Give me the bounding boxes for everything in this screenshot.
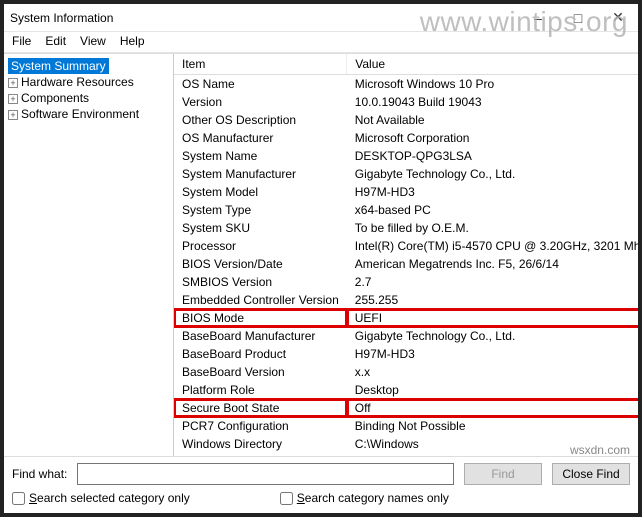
cell-value: x.x (347, 363, 638, 381)
table-row[interactable]: OS NameMicrosoft Windows 10 Pro (174, 75, 638, 94)
tree-system-summary[interactable]: System Summary (8, 58, 109, 74)
column-item[interactable]: Item (174, 54, 347, 75)
table-row[interactable]: System Typex64-based PC (174, 201, 638, 219)
menu-edit[interactable]: Edit (45, 34, 66, 48)
cell-value: American Megatrends Inc. F5, 26/6/14 (347, 255, 638, 273)
cell-item: System Type (174, 201, 347, 219)
cell-item: Platform Role (174, 381, 347, 399)
details-grid[interactable]: Item Value OS NameMicrosoft Windows 10 P… (174, 54, 638, 456)
cell-value: Gigabyte Technology Co., Ltd. (347, 327, 638, 345)
cell-value: 10.0.19043 Build 19043 (347, 93, 638, 111)
table-row[interactable]: Version10.0.19043 Build 19043 (174, 93, 638, 111)
table-row[interactable]: ProcessorIntel(R) Core(TM) i5-4570 CPU @… (174, 237, 638, 255)
window-title: System Information (10, 11, 113, 25)
find-panel: Find what: Find Close Find Search select… (4, 456, 638, 513)
table-row[interactable]: Other OS DescriptionNot Available (174, 111, 638, 129)
cell-value: Microsoft Windows 10 Pro (347, 75, 638, 94)
expand-icon[interactable]: + (8, 78, 18, 88)
table-row[interactable]: Windows DirectoryC:\Windows (174, 435, 638, 453)
cell-item: BaseBoard Version (174, 363, 347, 381)
cell-item: System Name (174, 147, 347, 165)
cell-value: Binding Not Possible (347, 417, 638, 435)
tree-hardware-resources[interactable]: +Hardware Resources (8, 74, 169, 90)
expand-icon[interactable]: + (8, 94, 18, 104)
search-selected-checkbox[interactable]: Search selected category only (12, 491, 190, 505)
cell-value: H97M-HD3 (347, 183, 638, 201)
cell-value: UEFI (347, 309, 638, 327)
cell-value: Off (347, 399, 638, 417)
cell-item: BIOS Version/Date (174, 255, 347, 273)
search-category-names-checkbox[interactable]: Search category names only (280, 491, 449, 505)
category-tree[interactable]: System Summary +Hardware Resources +Comp… (4, 54, 174, 456)
table-row[interactable]: PCR7 ConfigurationBinding Not Possible (174, 417, 638, 435)
cell-item: Other OS Description (174, 111, 347, 129)
cell-value: Gigabyte Technology Co., Ltd. (347, 165, 638, 183)
column-value[interactable]: Value (347, 54, 638, 75)
table-row[interactable]: BaseBoard ManufacturerGigabyte Technolog… (174, 327, 638, 345)
table-row[interactable]: Platform RoleDesktop (174, 381, 638, 399)
cell-value: H97M-HD3 (347, 345, 638, 363)
cell-value: To be filled by O.E.M. (347, 219, 638, 237)
menu-view[interactable]: View (80, 34, 106, 48)
expand-icon[interactable]: + (8, 110, 18, 120)
table-row[interactable]: System NameDESKTOP-QPG3LSA (174, 147, 638, 165)
table-row[interactable]: SMBIOS Version2.7 (174, 273, 638, 291)
close-find-button[interactable]: Close Find (552, 463, 630, 485)
cell-value: Not Available (347, 111, 638, 129)
menu-file[interactable]: File (12, 34, 31, 48)
titlebar: System Information – □ ✕ (4, 4, 638, 32)
table-row[interactable]: BaseBoard Versionx.x (174, 363, 638, 381)
cell-value: C:\Windows (347, 435, 638, 453)
minimize-button[interactable]: – (518, 4, 558, 32)
cell-item: OS Name (174, 75, 347, 94)
cell-item: BaseBoard Product (174, 345, 347, 363)
cell-item: Embedded Controller Version (174, 291, 347, 309)
cell-item: System Manufacturer (174, 165, 347, 183)
close-button[interactable]: ✕ (598, 4, 638, 32)
cell-value: x64-based PC (347, 201, 638, 219)
table-row[interactable]: System ManufacturerGigabyte Technology C… (174, 165, 638, 183)
cell-item: BIOS Mode (174, 309, 347, 327)
cell-item: Version (174, 93, 347, 111)
cell-item: System SKU (174, 219, 347, 237)
table-row[interactable]: Embedded Controller Version255.255 (174, 291, 638, 309)
table-row[interactable]: BIOS Version/DateAmerican Megatrends Inc… (174, 255, 638, 273)
find-button[interactable]: Find (464, 463, 542, 485)
cell-item: Processor (174, 237, 347, 255)
cell-item: OS Manufacturer (174, 129, 347, 147)
cell-item: Windows Directory (174, 435, 347, 453)
table-row[interactable]: OS ManufacturerMicrosoft Corporation (174, 129, 638, 147)
cell-item: PCR7 Configuration (174, 417, 347, 435)
menubar: File Edit View Help (4, 32, 638, 53)
cell-value: Intel(R) Core(TM) i5-4570 CPU @ 3.20GHz,… (347, 237, 638, 255)
cell-item: SMBIOS Version (174, 273, 347, 291)
find-label: Find what: (12, 467, 67, 481)
cell-value: Microsoft Corporation (347, 129, 638, 147)
cell-item: Secure Boot State (174, 399, 347, 417)
cell-value: 255.255 (347, 291, 638, 309)
table-row[interactable]: BaseBoard ProductH97M-HD3 (174, 345, 638, 363)
cell-item: BaseBoard Manufacturer (174, 327, 347, 345)
cell-value: DESKTOP-QPG3LSA (347, 147, 638, 165)
cell-value: C:\Windows\system32 (347, 453, 638, 456)
table-row[interactable]: System ModelH97M-HD3 (174, 183, 638, 201)
menu-help[interactable]: Help (120, 34, 145, 48)
maximize-button[interactable]: □ (558, 4, 598, 32)
cell-item: System Model (174, 183, 347, 201)
tree-software-environment[interactable]: +Software Environment (8, 106, 169, 122)
tree-components[interactable]: +Components (8, 90, 169, 106)
table-row[interactable]: Secure Boot StateOff (174, 399, 638, 417)
cell-value: 2.7 (347, 273, 638, 291)
cell-item: System Directory (174, 453, 347, 456)
table-row[interactable]: System SKUTo be filled by O.E.M. (174, 219, 638, 237)
cell-value: Desktop (347, 381, 638, 399)
table-row[interactable]: BIOS ModeUEFI (174, 309, 638, 327)
table-row[interactable]: System DirectoryC:\Windows\system32 (174, 453, 638, 456)
find-input[interactable] (77, 463, 454, 485)
